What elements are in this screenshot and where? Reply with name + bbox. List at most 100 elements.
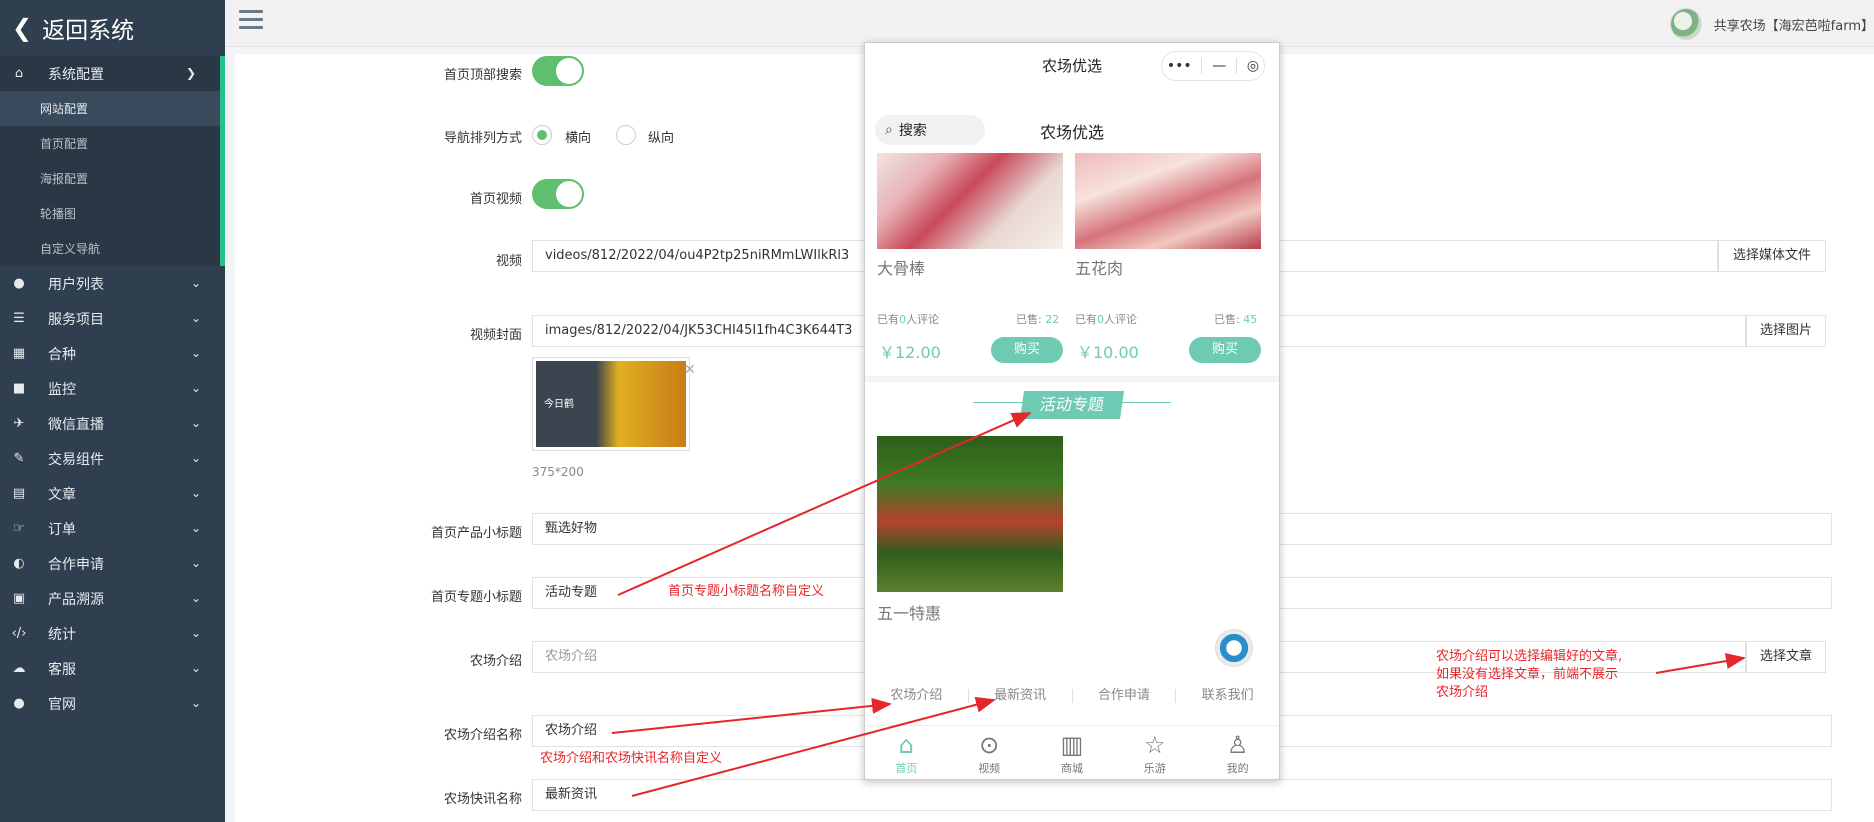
sidebar-item-wechat-live[interactable]: ✈ 微信直播 ⌄ [0,406,225,441]
tabbar-home[interactable]: ⌂ 首页 [865,726,948,779]
buy-button[interactable]: 购买 [1189,337,1261,363]
buy-button[interactable]: 购买 [991,337,1063,363]
minimize-icon[interactable]: — [1212,58,1226,74]
chevron-down-icon: ⌄ [190,451,201,465]
home-icon: ⌂ [14,66,24,81]
chevron-down-icon: ⌄ [190,311,201,325]
cover-thumbnail [532,357,690,451]
annotation-intro-line1: 农场介绍可以选择编辑好的文章, [1436,649,1623,664]
calendar-icon: ▦ [12,346,26,361]
topic-name: 五一特惠 [877,604,942,623]
nav-vertical-radio[interactable] [616,125,636,145]
close-target-icon[interactable]: ◎ [1247,58,1259,74]
tabbar-shop[interactable]: ▥ 商城 [1031,726,1114,779]
tabbar-video[interactable]: ⊙ 视频 [948,726,1031,779]
sidebar-item-label: 微信直播 [48,416,104,433]
tab-cooperation[interactable]: 合作申请 [1073,689,1177,703]
product-comments: 已有0人评论 [877,313,939,326]
chevron-down-icon: ⌄ [190,276,201,290]
sidebar-item-label: 文章 [48,486,76,503]
tab-farm-intro[interactable]: 农场介绍 [865,689,969,703]
topbar: 共享农场【海宏芭啦farm】 [225,0,1874,47]
menu-toggle-icon[interactable] [239,10,263,30]
list-icon: ☰ [13,311,25,326]
sidebar-item-label: 合作申请 [48,556,104,573]
video-camera-icon: ■ [12,381,26,396]
cover-label: 视频封面 [469,328,522,343]
tab-contact-us[interactable]: 联系我们 [1176,689,1279,703]
sidebar-subitem-custom-nav[interactable]: 自定义导航 [0,231,225,266]
back-to-system-link[interactable]: ❮ 返回系统 [0,0,225,56]
sidebar-item-orders[interactable]: ☞ 订单 ⌄ [0,511,225,546]
chevron-down-icon: ⌄ [190,661,201,675]
sidebar-item-traceability[interactable]: ▣ 产品溯源 ⌄ [0,581,225,616]
cover-size-hint: 375*200 [532,465,584,479]
customer-service-float-icon[interactable] [1215,629,1253,667]
nav-horizontal-radio[interactable] [532,125,552,145]
sidebar-item-official-site[interactable]: ● 官网 ⌄ [0,686,225,721]
search-toggle[interactable] [532,56,584,86]
sidebar-item-statistics[interactable]: ‹/› 统计 ⌄ [0,616,225,651]
product-subtitle-label: 首页产品小标题 [430,526,522,541]
topic-image[interactable] [877,436,1063,592]
sidebar-item-customer-service[interactable]: ☁ 客服 ⌄ [0,651,225,686]
sidebar-subitem-site-config[interactable]: 网站配置 [0,91,225,126]
sidebar-item-services[interactable]: ☰ 服务项目 ⌄ [0,301,225,336]
chevron-down-icon: ⌄ [190,381,201,395]
select-article-button[interactable]: 选择文章 [1746,641,1826,673]
select-image-button[interactable]: 选择图片 [1746,315,1826,347]
tabbar-travel[interactable]: ☆ 乐游 [1113,726,1196,779]
nav-vertical-label: 纵向 [648,131,675,146]
sidebar-item-label: 系统配置 [48,66,104,83]
product-sold: 已售: 22 [1016,313,1060,326]
sidebar-subitem-carousel[interactable]: 轮播图 [0,196,225,231]
sidebar-item-cooperation[interactable]: ◐ 合作申请 ⌄ [0,546,225,581]
video-camera-icon: ⊙ [979,731,1000,759]
sidebar-subitem-home-config[interactable]: 首页配置 [0,126,225,161]
thumbs-up-icon: ☞ [13,521,25,536]
video-switch-label: 首页视频 [469,192,522,207]
sidebar-item-trade-component[interactable]: ✎ 交易组件 ⌄ [0,441,225,476]
chevron-down-icon: ⌄ [190,696,201,710]
eraser-icon: ✎ [13,451,25,466]
tab-latest-news[interactable]: 最新资讯 [969,689,1073,703]
annotation-intro-line2: 如果没有选择文章，前端不展示 [1436,667,1619,682]
sidebar-subitem-poster-config[interactable]: 海报配置 [0,161,225,196]
sidebar-item-system-config[interactable]: ⌂ 系统配置 ❯ [0,56,225,91]
chevron-left-icon: ❮ [12,14,33,42]
annotation-intro-line3: 农场介绍 [1436,685,1489,700]
plane-icon: ✈ [13,416,25,431]
chevron-down-icon: ⌄ [190,416,201,430]
chevron-down-icon: ⌄ [190,556,201,570]
section-divider [865,376,1279,382]
farm-news-name-input[interactable]: 最新资讯 [532,779,1832,811]
search-switch-label: 首页顶部搜索 [443,68,522,83]
user-menu[interactable]: 共享农场【海宏芭啦farm】 [1669,8,1874,40]
sidebar-item-label: 合种 [48,346,76,363]
wechat-icon: ☁ [12,661,26,676]
sidebar-item-co-planting[interactable]: ▦ 合种 ⌄ [0,336,225,371]
product-image[interactable] [1075,153,1261,249]
chevron-down-icon: ⌄ [190,591,201,605]
sidebar-item-monitor[interactable]: ■ 监控 ⌄ [0,371,225,406]
tabbar-mine[interactable]: ♙ 我的 [1196,726,1279,779]
select-media-button[interactable]: 选择媒体文件 [1718,240,1826,272]
chevron-down-icon: ⌄ [190,626,201,640]
chevron-down-icon: ⌄ [190,521,201,535]
topic-section-title: 活动专题 [1020,391,1124,419]
sidebar-item-articles[interactable]: ▤ 文章 ⌄ [0,476,225,511]
brand-label: 返回系统 [42,18,135,44]
more-dots-icon[interactable]: ••• [1167,58,1192,74]
mini-program-capsule[interactable]: ••• — ◎ [1161,51,1265,81]
remove-image-icon[interactable]: ✕ [684,362,696,378]
code-icon: ‹/› [11,626,27,641]
avatar [1669,8,1702,40]
half-circle-icon: ◐ [13,556,25,571]
product-price: ￥10.00 [1077,343,1139,362]
star-icon: ☆ [1144,731,1166,759]
product-image[interactable] [877,153,1063,249]
sidebar-item-users[interactable]: ● 用户列表 ⌄ [0,266,225,301]
video-toggle[interactable] [532,179,584,209]
phone-preview: 农场优选 ••• — ◎ ⌕ 搜索 农场优选 大骨棒 五花肉 已有0人评论 已售… [864,42,1280,780]
annotation-topic: 首页专题小标题名称自定义 [668,584,825,599]
